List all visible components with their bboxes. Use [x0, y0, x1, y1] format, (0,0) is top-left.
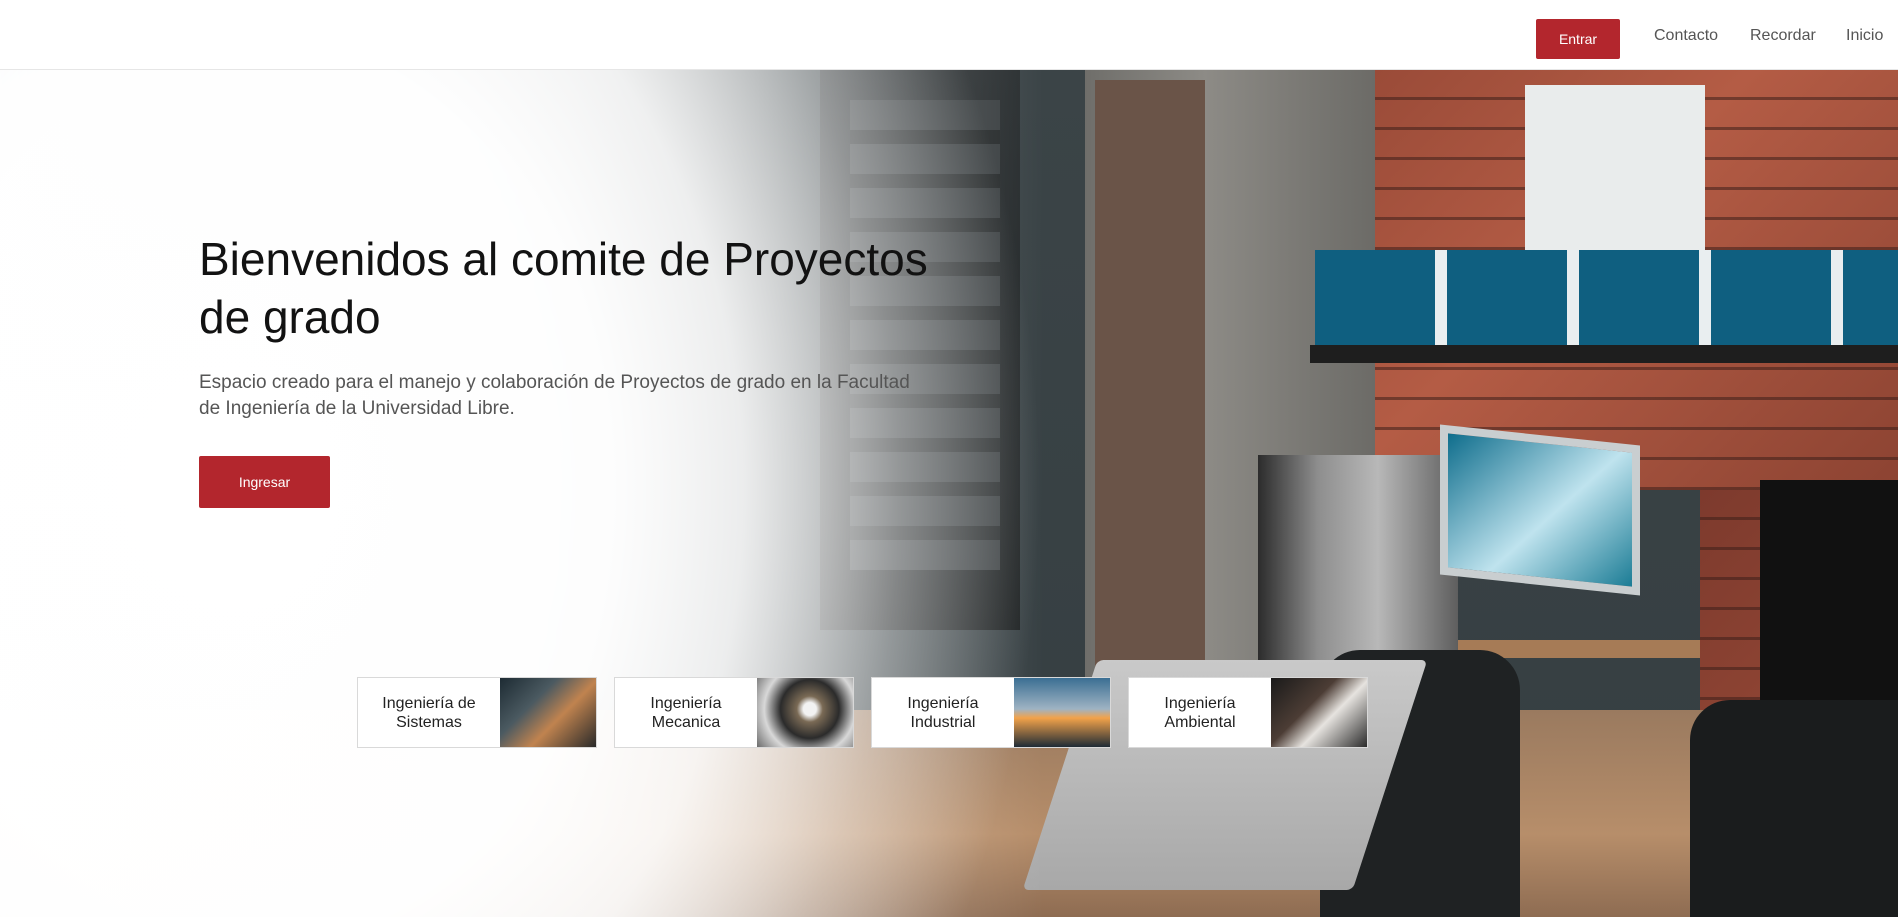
program-cards: Ingeniería de Sistemas Ingeniería Mecani… [357, 677, 1368, 748]
card-image-ambiental [1271, 678, 1367, 747]
card-label: Ingeniería Industrial [907, 694, 979, 731]
top-navbar: Entrar Contacto Recordar Inicio [0, 0, 1898, 70]
card-ingenieria-sistemas[interactable]: Ingeniería de Sistemas [357, 677, 597, 748]
card-label: Ingeniería Ambiental [1164, 694, 1236, 731]
hero-section: Bienvenidos al comite de Proyectos de gr… [0, 70, 1898, 917]
card-ingenieria-mecanica[interactable]: Ingeniería Mecanica [614, 677, 854, 748]
entrar-button[interactable]: Entrar [1536, 19, 1620, 59]
hero-subtitle: Espacio creado para el manejo y colabora… [199, 372, 910, 419]
card-label: Ingeniería de Sistemas [382, 694, 476, 731]
card-ingenieria-industrial[interactable]: Ingeniería Industrial [871, 677, 1111, 748]
nav-link-recordar[interactable]: Recordar [1750, 27, 1816, 45]
nav-link-inicio[interactable]: Inicio [1846, 27, 1883, 45]
ingresar-button[interactable]: Ingresar [199, 456, 330, 508]
card-image-sistemas [500, 678, 596, 747]
card-label: Ingeniería Mecanica [650, 694, 722, 731]
hero-title: Bienvenidos al comite de Proyectos de gr… [199, 233, 928, 343]
nav-link-contacto[interactable]: Contacto [1654, 27, 1718, 45]
card-ingenieria-ambiental[interactable]: Ingeniería Ambiental [1128, 677, 1368, 748]
card-image-industrial [1014, 678, 1110, 747]
card-image-mecanica [757, 678, 853, 747]
